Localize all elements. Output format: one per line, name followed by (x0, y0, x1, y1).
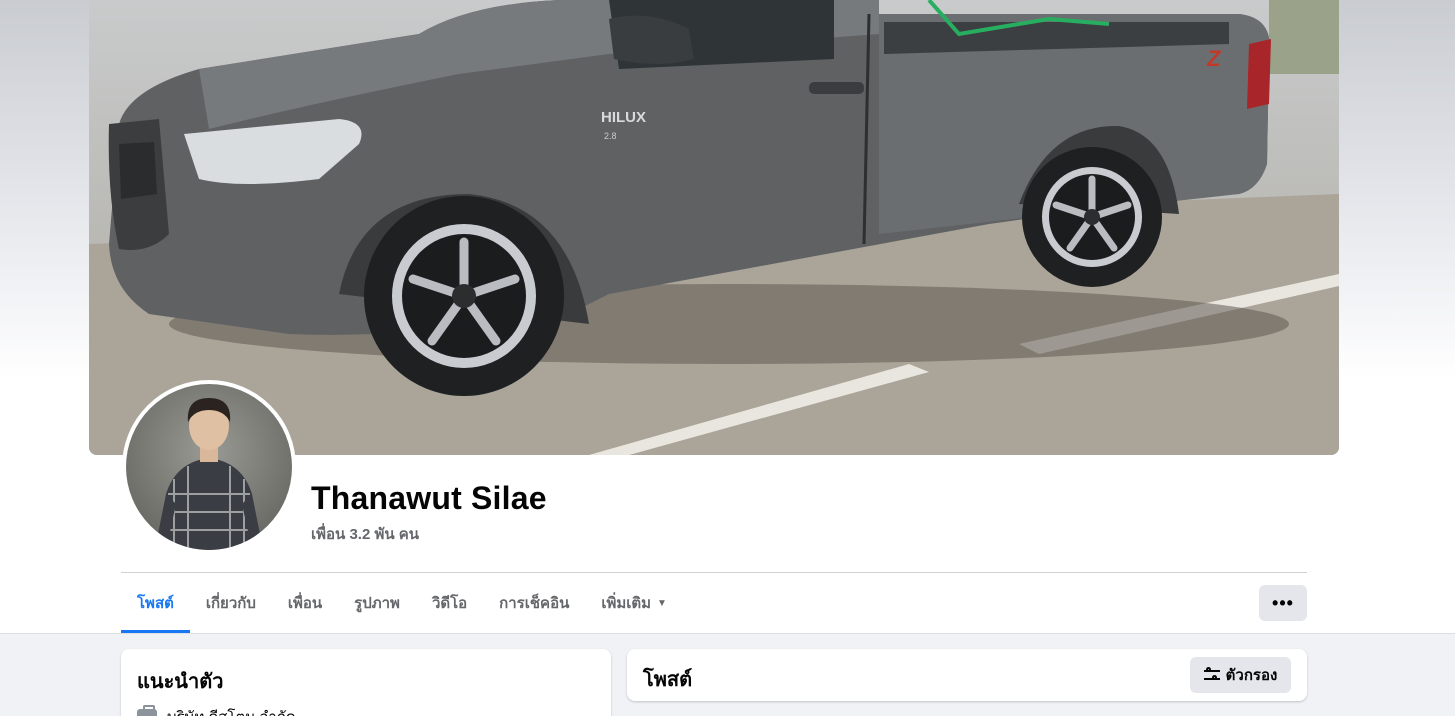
tab-label: เพิ่มเติม (601, 595, 652, 612)
briefcase-icon (137, 705, 157, 716)
tab-checkins[interactable]: การเช็คอิน (483, 573, 585, 633)
person-photo-icon (156, 398, 262, 550)
tab-about[interactable]: เกี่ยวกับ (190, 573, 272, 633)
svg-text:2.8: 2.8 (604, 131, 617, 141)
friends-count[interactable]: เพื่อน 3.2 พัน คน (311, 522, 419, 546)
filter-icon (1203, 667, 1220, 682)
intro-title: แนะนำตัว (137, 671, 224, 693)
tab-label: เกี่ยวกับ (205, 595, 256, 612)
tab-label: โพสต์ (137, 595, 174, 612)
tab-photos[interactable]: รูปภาพ (338, 573, 416, 633)
profile-name: Thanawut Silae (311, 480, 547, 516)
posts-title: โพสต์ (643, 669, 693, 691)
pickup-truck-image: HILUX 2.8 Z (89, 0, 1339, 455)
tab-more[interactable]: เพิ่มเติม ▼ (585, 573, 683, 633)
intro-work-item: บริษัท ดีสโตน จำกัด (137, 705, 296, 716)
svg-text:HILUX: HILUX (601, 109, 646, 126)
profile-tabs: โพสต์ เกี่ยวกับ เพื่อน รูปภาพ วิดีโอ การ… (121, 573, 683, 633)
filter-button[interactable]: ตัวกรอง (1190, 657, 1291, 693)
posts-header-card: โพสต์ ตัวกรอง (627, 649, 1307, 701)
ellipsis-icon: ••• (1272, 592, 1294, 613)
intro-card: แนะนำตัว บริษัท ดีสโตน จำกัด (121, 649, 611, 716)
tab-label: เพื่อน (287, 595, 323, 612)
work-text[interactable]: บริษัท ดีสโตน จำกัด (167, 705, 296, 716)
tab-label: การเช็คอิน (499, 595, 570, 612)
more-options-button[interactable]: ••• (1259, 585, 1307, 621)
caret-down-icon: ▼ (657, 597, 667, 609)
tab-label: รูปภาพ (354, 595, 400, 612)
cover-photo[interactable]: HILUX 2.8 Z (89, 0, 1339, 455)
tab-videos[interactable]: วิดีโอ (416, 573, 483, 633)
svg-text:Z: Z (1206, 46, 1222, 71)
avatar (126, 384, 292, 550)
profile-picture[interactable] (122, 380, 296, 554)
tab-posts[interactable]: โพสต์ (121, 573, 190, 633)
filter-label: ตัวกรอง (1225, 667, 1278, 684)
tab-label: วิดีโอ (431, 595, 468, 612)
tab-friends[interactable]: เพื่อน (272, 573, 338, 633)
